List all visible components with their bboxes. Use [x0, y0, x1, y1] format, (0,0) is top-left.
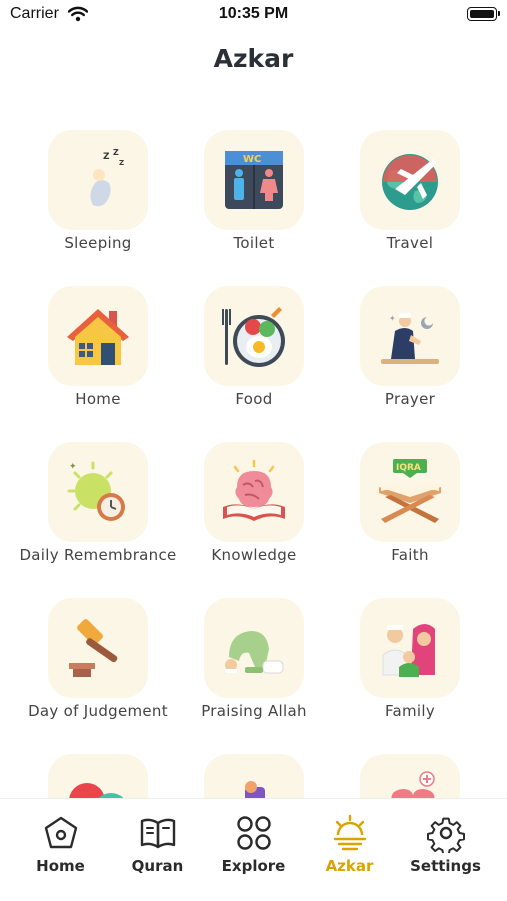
category-prayer[interactable]: ✦ Prayer [332, 266, 488, 416]
category-grid[interactable]: Z Z Z Sleeping WC Toilet Travel Home Foo… [0, 110, 507, 798]
svg-text:✦: ✦ [389, 314, 396, 323]
tab-label: Quran [131, 857, 184, 875]
quran-stand-icon: IQRA [379, 459, 441, 523]
category-label: Family [384, 702, 436, 720]
category-toilet[interactable]: WC Toilet [176, 110, 332, 260]
tab-azkar[interactable]: Azkar [299, 813, 400, 875]
category-tile[interactable] [360, 598, 460, 698]
category-tile[interactable] [360, 130, 460, 230]
svg-text:WC: WC [243, 154, 261, 165]
svg-text:Z: Z [113, 148, 119, 157]
sleeping-person-icon [245, 781, 265, 798]
category-home[interactable]: Home [20, 266, 176, 416]
svg-text:Z: Z [119, 159, 124, 167]
status-bar: Carrier 10:35 PM [0, 0, 507, 32]
gavel-icon [69, 619, 118, 677]
category-tile[interactable]: ✦ [48, 442, 148, 542]
svg-text:IQRA: IQRA [396, 463, 421, 473]
tab-settings[interactable]: Settings [395, 813, 496, 875]
category-travel[interactable]: Travel [332, 110, 488, 260]
food-plate-icon [222, 307, 285, 367]
tab-label: Home [36, 857, 85, 875]
tab-explore[interactable]: Explore [203, 813, 304, 875]
category-tile[interactable]: IQRA [360, 442, 460, 542]
tab-label: Settings [410, 857, 481, 875]
category-sleep-person[interactable] [176, 734, 332, 798]
family-icon [382, 624, 435, 677]
praying-man-icon: ✦ [381, 313, 439, 364]
page-title: Azkar [213, 44, 294, 73]
brain-book-icon [223, 459, 285, 521]
category-tile[interactable] [204, 442, 304, 542]
category-tile[interactable] [48, 286, 148, 386]
health-heart-icon [391, 771, 435, 798]
category-tile[interactable]: WC [204, 130, 304, 230]
category-daily-remembrance[interactable]: ✦ Daily Remembrance [19, 422, 176, 572]
status-time: 10:35 PM [218, 5, 289, 22]
category-family[interactable]: Family [332, 578, 488, 728]
category-tile[interactable]: Z Z Z [48, 130, 148, 230]
category-tile[interactable]: ✦ [360, 286, 460, 386]
prostrating-man-icon [225, 631, 284, 674]
emotions-faces-icon [69, 783, 124, 798]
tab-label: Explore [221, 857, 286, 875]
tab-label: Azkar [325, 857, 374, 875]
category-tile[interactable] [204, 754, 304, 798]
category-label: Faith [391, 546, 429, 564]
svg-text:Z: Z [103, 152, 110, 162]
category-sleeping[interactable]: Z Z Z Sleeping [20, 110, 176, 260]
gear-icon [426, 817, 465, 853]
toilet-wc-icon: WC [225, 151, 283, 209]
tab-home[interactable]: Home [10, 813, 111, 875]
category-tile[interactable] [360, 754, 460, 798]
tab-bar: Home Quran Explore Azkar Settings [0, 798, 507, 901]
category-label: Prayer [384, 390, 436, 408]
category-label: Travel [386, 234, 434, 252]
sunrise-icon [333, 814, 366, 851]
category-knowledge[interactable]: Knowledge [176, 422, 332, 572]
travel-globe-plane-icon [382, 154, 438, 210]
category-praising-allah[interactable]: Praising Allah [176, 578, 332, 728]
grid-circles-icon [236, 816, 271, 850]
category-tile[interactable] [204, 286, 304, 386]
category-food[interactable]: Food [176, 266, 332, 416]
category-faith[interactable]: IQRA Faith [332, 422, 488, 572]
category-emotions[interactable] [20, 734, 176, 798]
open-book-icon [140, 818, 175, 849]
battery-icon [467, 7, 500, 21]
category-health[interactable] [332, 734, 488, 798]
category-tile[interactable] [48, 754, 148, 798]
category-day-of-judgement[interactable]: Day of Judgement [20, 578, 176, 728]
category-tile[interactable] [48, 598, 148, 698]
category-tile[interactable] [204, 598, 304, 698]
home-pentagon-icon [44, 816, 77, 849]
sun-clock-icon: ✦ [67, 461, 125, 521]
sleeping-moon-icon: Z Z Z [83, 148, 124, 207]
tab-quran[interactable]: Quran [107, 813, 208, 875]
svg-text:✦: ✦ [69, 462, 77, 472]
house-icon [67, 309, 129, 365]
